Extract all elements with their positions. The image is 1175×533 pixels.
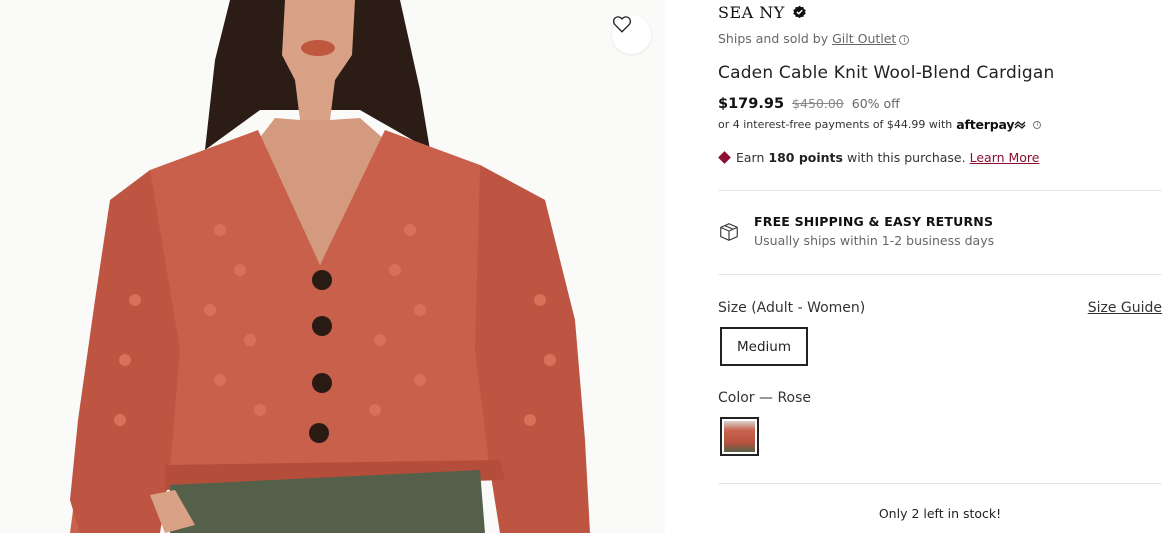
verified-badge-icon: [793, 5, 806, 19]
product-title: Caden Cable Knit Wool-Blend Cardigan: [718, 63, 1055, 83]
price-row: $179.95 $450.00 60% off: [718, 96, 900, 112]
points-text: Earn 180 points with this purchase. Lear…: [736, 150, 1040, 165]
discount-label: 60% off: [851, 96, 900, 111]
size-option-medium[interactable]: Medium: [720, 327, 808, 366]
product-photo: [0, 0, 665, 533]
sale-price: $179.95: [718, 96, 785, 112]
learn-more-link[interactable]: Learn More: [970, 150, 1040, 165]
divider: [718, 274, 1162, 275]
shipping-subtitle: Usually ships within 1-2 business days: [754, 233, 995, 248]
info-icon[interactable]: i: [899, 35, 910, 45]
brand-row: SEA NY: [718, 3, 807, 22]
divider: [718, 483, 1162, 484]
seller-link[interactable]: Gilt Outlet: [832, 31, 896, 46]
installments-text: or 4 interest-free payments of $44.99 wi…: [718, 118, 953, 131]
wishlist-button[interactable]: [612, 15, 651, 54]
color-swatch-image: [724, 421, 755, 452]
points-value: 180 points: [768, 150, 843, 165]
rewards-points: Earn 180 points with this purchase. Lear…: [718, 150, 1040, 165]
afterpay-logo[interactable]: afterpay: [956, 117, 1026, 132]
divider: [718, 190, 1162, 191]
original-price: $450.00: [792, 96, 844, 111]
shipping-title: FREE SHIPPING & EASY RETURNS: [754, 214, 994, 229]
seller-prefix: Ships and sold by: [718, 31, 833, 46]
product-image[interactable]: [0, 0, 665, 533]
afterpay-info-icon[interactable]: i: [1033, 120, 1042, 129]
shipping-info: FREE SHIPPING & EASY RETURNS Usually shi…: [718, 214, 994, 248]
shipping-text: FREE SHIPPING & EASY RETURNS Usually shi…: [754, 214, 994, 248]
size-label: Size (Adult - Women): [718, 300, 866, 316]
size-guide-link[interactable]: Size Guide: [1088, 300, 1162, 316]
points-prefix: Earn: [736, 150, 765, 165]
afterpay-label: afterpay: [956, 117, 1015, 132]
box-icon: [720, 223, 738, 241]
stock-status: Only 2 left in stock!: [878, 506, 1002, 521]
diamond-icon: [718, 151, 731, 164]
heart-icon: [612, 16, 632, 33]
points-suffix: with this purchase.: [846, 150, 966, 165]
color-swatch-rose[interactable]: [720, 417, 759, 456]
brand-link[interactable]: SEA NY: [718, 3, 785, 22]
afterpay-icon: [1014, 121, 1026, 129]
color-label: Color — Rose: [718, 390, 812, 406]
installments-info: or 4 interest-free payments of $44.99 wi…: [718, 117, 1042, 132]
seller-info: Ships and sold by Gilt Outlet i: [718, 31, 910, 46]
